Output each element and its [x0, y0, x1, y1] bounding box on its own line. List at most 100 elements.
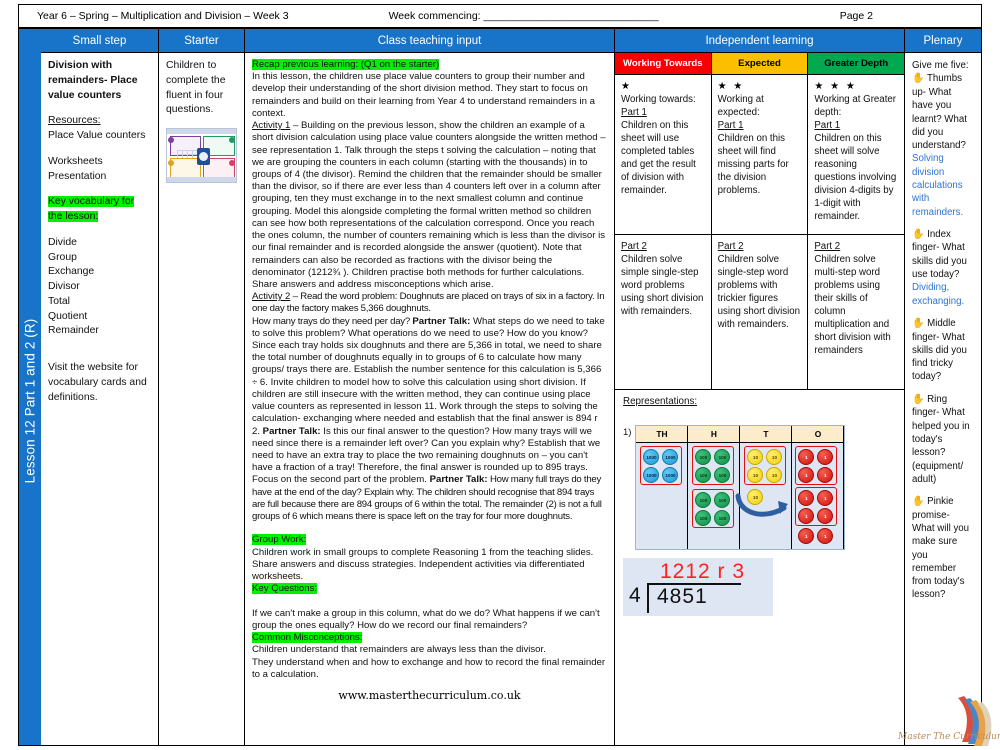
website-url: www.masterthecurriculum.co.uk	[338, 688, 521, 702]
representation-number: 1)	[623, 427, 632, 438]
lesson-spine: Lesson 12 Part 1 and 2 (R)	[19, 29, 41, 745]
pv-area-h: 100 100 100 100 100 100 100 100	[688, 443, 739, 550]
representations-label: Representations:	[623, 396, 698, 407]
key-questions-text: If we can't make a group in this column,…	[252, 607, 600, 631]
part1-cell-expected: ★ ★ Working at expected: Part 1 Children…	[712, 75, 809, 234]
independent-body: ★ Working towards: Part 1 Children on th…	[615, 75, 904, 745]
short-division-wrapper: 1212 r 3 4 4851	[623, 558, 896, 616]
column-small-step: Small step Division with remainders- Pla…	[41, 29, 159, 745]
vocab-item: Exchange	[48, 266, 95, 278]
page-number: Page 2	[839, 10, 873, 22]
vocab-item: Divide	[48, 236, 77, 248]
column-independent-learning: Independent learning Working Towards Exp…	[615, 29, 905, 745]
pv-column-ones: O 1 1 1 1 1 1 1 1 1 1	[792, 426, 845, 549]
part1-cell-working-towards: ★ Working towards: Part 1 Children on th…	[615, 75, 712, 234]
lesson-spine-label: Lesson 12 Part 1 and 2 (R)	[22, 318, 38, 484]
lesson-plan-page: Year 6 – Spring – Multiplication and Div…	[0, 0, 1000, 750]
hand-icon: ✋	[912, 317, 925, 329]
key-vocabulary-heading: Key vocabulary for the lesson:	[48, 196, 135, 223]
part2-cell-working-towards: Part 2 Children solve simple single-step…	[615, 235, 712, 389]
part1-cell-greater-depth: ★ ★ ★ Working at Greater depth: Part 1 C…	[808, 75, 904, 234]
header-small-step: Small step	[41, 29, 158, 53]
pv-header-t: T	[740, 426, 792, 443]
activity-1: Activity 1 – Building on the previous le…	[252, 120, 606, 290]
short-division-diagram: 1212 r 3 4 4851	[623, 558, 773, 616]
header-class-teaching-input: Class teaching input	[245, 29, 614, 53]
part1-intro: Working at Greater depth:	[814, 94, 897, 119]
table-columns: Small step Division with remainders- Pla…	[41, 29, 981, 745]
small-step-body: Division with remainders- Place value co…	[41, 53, 158, 745]
part2-cell-greater-depth: Part 2 Children solve multi-step word pr…	[808, 235, 904, 389]
part1-label: Part 1	[814, 120, 841, 132]
part2-label: Part 2	[621, 241, 647, 252]
vocab-item: Remainder	[48, 325, 99, 337]
part2-cell-expected: Part 2 Children solve single-step word p…	[712, 235, 809, 389]
logo-wordmark: Master The Curriculum	[898, 732, 1000, 742]
column-plenary: Plenary Give me five: ✋ Thumbs up- What …	[905, 29, 981, 745]
column-class-teaching-input: Class teaching input Recap previous lear…	[245, 29, 615, 745]
unit-title: Year 6 – Spring – Multiplication and Div…	[37, 10, 289, 22]
hand-icon: ✋	[912, 393, 925, 405]
part1-text: Children on this sheet will use complete…	[621, 120, 696, 197]
small-step-title: Division with remainders- Place value co…	[48, 60, 138, 101]
key-questions-heading: Key Questions:	[252, 583, 318, 595]
document-header-bar: Year 6 – Spring – Multiplication and Div…	[18, 4, 982, 28]
plenary-item: ✋ Middle finger- What skills did you fin…	[912, 317, 974, 384]
starter-text: Children to complete the fluent in four …	[166, 60, 226, 116]
part1-label: Part 1	[717, 120, 744, 132]
band-greater-depth: Greater Depth	[808, 53, 905, 74]
pv-column-thousands: TH 1000 1000 1000 1000	[636, 426, 689, 550]
resources-label: Resources:	[48, 115, 101, 127]
master-the-curriculum-logo: Master The Curriculum	[898, 692, 1000, 748]
plenary-body: Give me five: ✋ Thumbs up- What have you…	[905, 53, 981, 745]
part2-text: Children solve multi-step word problems …	[814, 254, 891, 356]
group-work-heading: Group Work:	[252, 534, 307, 546]
part1-text: Children on this sheet will solve reason…	[814, 133, 897, 223]
group-work-text: Children work in small groups to complet…	[252, 546, 594, 582]
part2-label: Part 2	[814, 241, 841, 252]
part1-intro: Working at expected:	[717, 94, 764, 119]
hand-icon: ✋	[912, 496, 925, 508]
misconceptions-text-1: Children understand that remainders are …	[252, 644, 546, 656]
pv-header-h: H	[688, 426, 740, 443]
part2-text: Children solve simple single-step word p…	[621, 254, 704, 317]
pv-column-tens: T 10 10 10 10 10	[740, 426, 793, 549]
short-division-divisor: 4	[629, 584, 641, 607]
thumbnail-bottom-band	[167, 177, 236, 183]
teaching-intro: In this lesson, the children use place v…	[252, 71, 595, 119]
place-value-chart: TH 1000 1000 1000 1000 H 100 100 100 100…	[635, 425, 846, 550]
header-starter: Starter	[159, 29, 244, 53]
short-division-quotient: 1212 r 3	[660, 560, 746, 583]
activity-2-intro: Activity 2 – Read the word problem: Doug…	[252, 291, 605, 315]
part-1-row: ★ Working towards: Part 1 Children on th…	[615, 75, 904, 235]
vocab-item: Quotient	[48, 310, 88, 322]
small-step-footer-note: Visit the website for vocabulary cards a…	[48, 362, 147, 403]
vocab-item: Total	[48, 295, 70, 307]
ability-band-row: Working Towards Expected Greater Depth	[615, 53, 905, 75]
plenary-intro: Give me five:	[912, 60, 969, 71]
pv-column-hundreds: H 100 100 100 100 100 100 100 100	[688, 426, 741, 550]
misconceptions-text-2: They understand when and how to exchange…	[252, 656, 606, 680]
pv-header-th: TH	[636, 426, 688, 443]
pv-area-th: 1000 1000 1000 1000	[636, 443, 687, 550]
header-plenary: Plenary	[905, 29, 981, 53]
header-independent-learning: Independent learning	[615, 29, 904, 53]
week-commencing-field: Week commencing: _______________________…	[388, 10, 659, 22]
plenary-item: ✋ Pinkie promise- What will you make sur…	[912, 495, 974, 602]
part2-text: Children solve single-step word problems…	[717, 254, 801, 330]
fluent-in-four-slide-thumbnail[interactable]	[166, 128, 237, 184]
starter-body: Children to complete the fluent in four …	[159, 53, 244, 745]
worksheets-item: Worksheets	[48, 155, 103, 167]
lesson-plan-table: Lesson 12 Part 1 and 2 (R) Small step Di…	[18, 28, 982, 746]
representations-section: Representations: 1) TH 1000 1000 1000 10…	[615, 390, 904, 745]
star-rating: ★ ★	[717, 81, 745, 92]
place-value-chart-wrapper: 1) TH 1000 1000 1000 1000 H 100 100 100 …	[623, 425, 896, 550]
part1-intro: Working towards:	[621, 94, 696, 106]
tens-to-ones-exchange-arrow	[735, 493, 789, 517]
vocabulary-list: Divide Group Exchange Divisor Total Quot…	[48, 236, 151, 339]
presentation-item: Presentation	[48, 170, 107, 182]
plenary-item: ✋ Ring finger- What helped you in today'…	[912, 393, 974, 486]
thumbnail-top-band	[167, 129, 236, 135]
star-rating: ★ ★ ★	[814, 81, 857, 92]
plenary-answer: Solving division calculations with remai…	[912, 153, 964, 218]
